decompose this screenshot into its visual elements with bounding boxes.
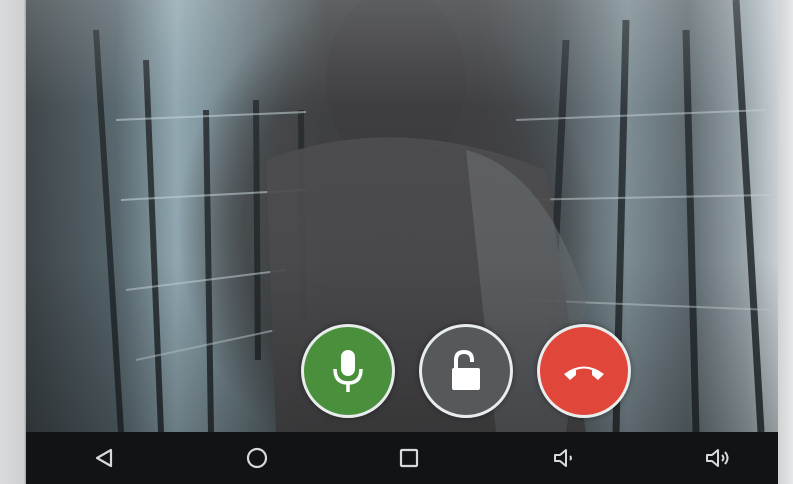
back-triangle-icon [93,447,115,469]
home-circle-icon [245,446,269,470]
volume-down-icon [552,447,580,469]
unlock-padlock-icon [446,348,486,394]
hang-up-button[interactable] [537,324,631,418]
volume-up-button[interactable] [699,440,739,476]
back-button[interactable] [84,440,124,476]
volume-up-icon [704,447,734,469]
screen-glare [26,0,778,432]
unlock-door-button[interactable] [419,324,513,418]
intercom-screen [26,0,778,484]
navigation-bar [26,432,778,484]
recents-square-icon [399,448,419,468]
recents-button[interactable] [389,440,429,476]
microphone-icon [328,347,368,395]
microphone-button[interactable] [301,324,395,418]
volume-down-button[interactable] [546,440,586,476]
home-button[interactable] [237,440,277,476]
camera-feed [26,0,778,432]
phone-hangup-icon [561,359,607,383]
